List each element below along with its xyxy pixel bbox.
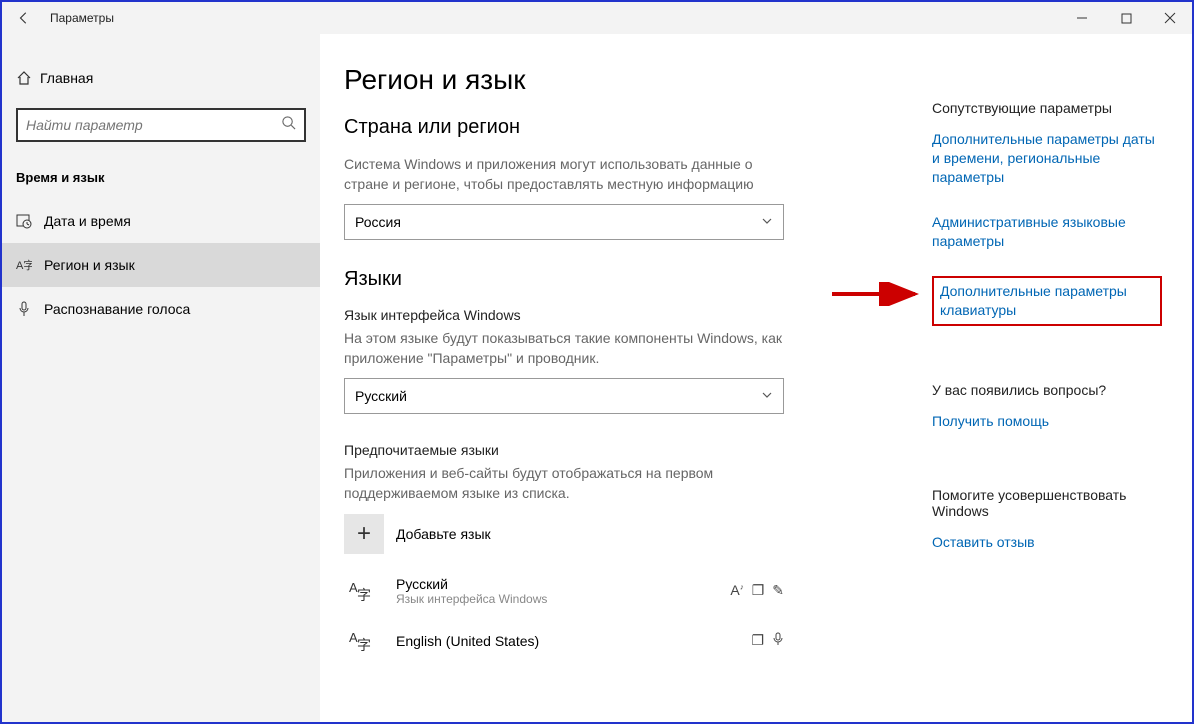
sidebar-item-speech[interactable]: Распознавание голоса xyxy=(2,287,320,331)
minimize-button[interactable] xyxy=(1060,2,1104,34)
sidebar-item-label: Дата и время xyxy=(44,213,131,229)
window-title: Параметры xyxy=(46,11,114,25)
svg-text:A字: A字 xyxy=(16,258,32,272)
chevron-down-icon xyxy=(761,214,773,230)
sidebar-item-label: Распознавание голоса xyxy=(44,301,190,317)
language-name: English (United States) xyxy=(396,633,751,649)
page-title: Регион и язык xyxy=(344,64,892,96)
home-label: Главная xyxy=(40,70,93,86)
close-button[interactable] xyxy=(1148,2,1192,34)
sidebar: Главная Время и язык Дата и время A字 Рег… xyxy=(2,34,320,722)
questions-title: У вас появились вопросы? xyxy=(932,382,1162,398)
add-language-label: Добавьте язык xyxy=(396,526,491,542)
display-lang-dropdown[interactable]: Русский xyxy=(344,378,784,414)
add-language-button[interactable]: + Добавьте язык xyxy=(344,514,892,554)
microphone-icon xyxy=(16,301,44,317)
region-desc: Система Windows и приложения могут испол… xyxy=(344,155,794,194)
plus-icon: + xyxy=(344,514,384,554)
pref-lang-desc: Приложения и веб-сайты будут отображатьс… xyxy=(344,464,794,503)
microphone-icon xyxy=(772,632,784,649)
chevron-down-icon xyxy=(761,388,773,404)
sidebar-item-label: Регион и язык xyxy=(44,257,135,273)
languages-heading: Языки xyxy=(344,268,892,291)
sidebar-item-region-language[interactable]: A字 Регион и язык xyxy=(2,243,320,287)
language-name: Русский xyxy=(396,576,730,592)
link-get-help[interactable]: Получить помощь xyxy=(932,412,1162,431)
link-admin-language-settings[interactable]: Административные языковые параметры xyxy=(932,213,1162,251)
region-heading: Страна или регион xyxy=(344,116,892,139)
region-dropdown[interactable]: Россия xyxy=(344,204,784,240)
search-box[interactable] xyxy=(16,108,306,142)
speech-icon: ❐ xyxy=(751,632,764,649)
search-input[interactable] xyxy=(26,117,281,133)
svg-text:字: 字 xyxy=(357,587,371,603)
language-note: Язык интерфейса Windows xyxy=(396,592,730,606)
pref-lang-heading: Предпочитаемые языки xyxy=(344,442,892,458)
related-links-panel: Сопутствующие параметры Дополнительные п… xyxy=(932,100,1162,578)
link-date-time-settings[interactable]: Дополнительные параметры даты и времени,… xyxy=(932,130,1162,187)
language-feature-icons: ❐ xyxy=(751,632,784,649)
language-glyph-icon: A字 xyxy=(344,628,384,654)
speech-icon: ❐ xyxy=(752,582,765,599)
language-item-russian[interactable]: A字 Русский Язык интерфейса Windows A♪ ❐ … xyxy=(344,576,784,606)
display-lang-desc: На этом языке будут показываться такие к… xyxy=(344,329,794,368)
improve-title: Помогите усовершенствовать Windows xyxy=(932,487,1162,519)
language-glyph-icon: A字 xyxy=(344,578,384,604)
language-feature-icons: A♪ ❐ ✎ xyxy=(730,582,784,599)
sidebar-item-date-time[interactable]: Дата и время xyxy=(2,199,320,243)
maximize-button[interactable] xyxy=(1104,2,1148,34)
home-icon xyxy=(16,70,40,86)
display-lang-value: Русский xyxy=(355,388,761,404)
home-nav[interactable]: Главная xyxy=(2,58,320,98)
sidebar-section-label: Время и язык xyxy=(2,162,320,199)
language-icon: A字 xyxy=(16,257,44,273)
link-feedback[interactable]: Оставить отзыв xyxy=(932,533,1162,552)
region-value: Россия xyxy=(355,214,761,230)
search-icon xyxy=(281,115,296,135)
calendar-clock-icon xyxy=(16,213,44,229)
link-keyboard-settings[interactable]: Дополнительные параметры клавиатуры xyxy=(932,276,1162,326)
language-item-english[interactable]: A字 English (United States) ❐ xyxy=(344,628,784,654)
svg-text:字: 字 xyxy=(357,637,371,653)
display-lang-heading: Язык интерфейса Windows xyxy=(344,307,892,323)
back-button[interactable] xyxy=(2,2,46,34)
titlebar: Параметры xyxy=(2,2,1192,34)
related-title: Сопутствующие параметры xyxy=(932,100,1162,116)
text-to-speech-icon: A♪ xyxy=(730,582,743,599)
handwriting-icon: ✎ xyxy=(772,582,784,599)
